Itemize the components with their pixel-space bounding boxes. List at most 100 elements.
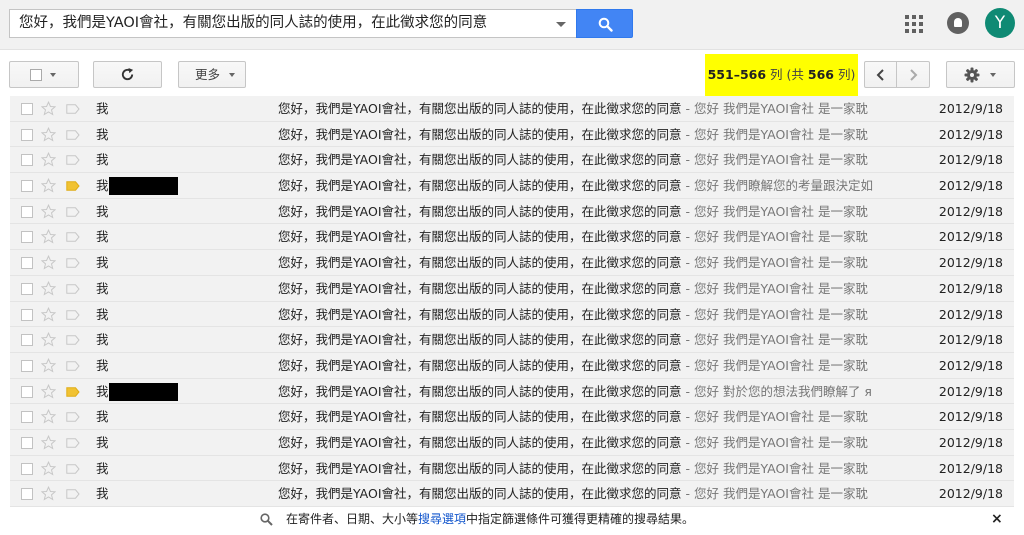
email-date: 2012/9/18 — [938, 434, 1003, 450]
search-options-chevron-icon[interactable] — [556, 22, 566, 27]
email-content[interactable]: 您好，我們是YAOI會社，有關您出版的同人誌的使用，在此徵求您的同意 - 您好 … — [278, 224, 912, 249]
importance-marker-icon[interactable] — [66, 412, 80, 422]
importance-marker-icon[interactable] — [66, 207, 80, 217]
next-page-button[interactable] — [897, 61, 930, 88]
importance-marker-icon[interactable] — [66, 386, 80, 397]
email-content[interactable]: 您好，我們是YAOI會社，有關您出版的同人誌的使用，在此徵求您的同意 - 您好 … — [278, 430, 912, 455]
email-row-checkbox[interactable] — [21, 385, 33, 398]
search-input[interactable]: 您好，我們是YAOI會社，有關您出版的同人誌的使用，在此徵求您的同意 — [9, 9, 576, 38]
select-all-button[interactable] — [9, 61, 79, 88]
importance-marker-icon[interactable] — [66, 361, 80, 371]
email-row-checkbox[interactable] — [21, 462, 33, 475]
email-content[interactable]: 您好，我們是YAOI會社，有關您出版的同人誌的使用，在此徵求您的同意 - 您好 … — [278, 456, 912, 481]
email-row[interactable]: 我 您好，我們是YAOI會社，有關您出版的同人誌的使用，在此徵求您的同意 - 您好… — [10, 429, 1014, 456]
redacted-block — [109, 382, 178, 401]
search-options-link[interactable]: 搜尋選項 — [418, 512, 466, 526]
star-icon[interactable] — [41, 306, 56, 322]
email-row[interactable]: 我 您好，我們是YAOI會社，有關您出版的同人誌的使用，在此徵求您的同意 - 您好… — [10, 121, 1014, 148]
star-icon[interactable] — [41, 101, 56, 116]
importance-marker-icon[interactable] — [66, 232, 80, 243]
email-content[interactable]: 您好，我們是YAOI會社，有關您出版的同人誌的使用，在此徵求您的同意 - 您好 … — [278, 199, 912, 224]
email-row[interactable]: 我 您好，我們是YAOI會社，有關您出版的同人誌的使用，在此徵求您的同意 - 您好… — [10, 404, 1014, 430]
email-row[interactable]: 我 您好，我們是YAOI會社，有關您出版的同人誌的使用，在此徵求您的同意 - 您好… — [10, 327, 1014, 353]
email-row[interactable]: 我 您好，我們是YAOI會社，有關您出版的同人誌的使用，在此徵求您的同意 - 您好… — [10, 481, 1014, 507]
star-icon[interactable] — [41, 486, 56, 501]
email-row[interactable]: 我 您好，我們是YAOI會社，有關您出版的同人誌的使用，在此徵求您的同意 - 您好… — [10, 378, 1014, 405]
email-row-checkbox[interactable] — [21, 334, 33, 347]
email-row-checkbox[interactable] — [21, 308, 33, 321]
email-row-checkbox[interactable] — [21, 103, 33, 115]
importance-marker-icon[interactable] — [66, 463, 80, 474]
email-content[interactable]: 您好，我們是YAOI會社，有關您出版的同人誌的使用，在此徵求您的同意 - 您好 … — [278, 173, 912, 198]
email-row[interactable]: 我 您好，我們是YAOI會社，有關您出版的同人誌的使用，在此徵求您的同意 - 您好… — [10, 173, 1014, 199]
email-content[interactable]: 您好，我們是YAOI會社，有關您出版的同人誌的使用，在此徵求您的同意 - 您好 … — [278, 276, 912, 301]
close-tip-button[interactable]: × — [991, 507, 1003, 531]
star-icon[interactable] — [41, 332, 56, 347]
email-row[interactable]: 我 您好，我們是YAOI會社，有關您出版的同人誌的使用，在此徵求您的同意 - 您好… — [10, 455, 1014, 482]
importance-marker-icon[interactable] — [66, 438, 80, 448]
email-row[interactable]: 我 您好，我們是YAOI會社，有關您出版的同人誌的使用，在此徵求您的同意 - 您好… — [10, 352, 1014, 379]
email-content[interactable]: 您好，我們是YAOI會社，有關您出版的同人誌的使用，在此徵求您的同意 - 您好 … — [278, 379, 912, 404]
importance-marker-icon[interactable] — [66, 284, 80, 294]
email-row-checkbox[interactable] — [21, 231, 33, 244]
email-row-checkbox[interactable] — [21, 359, 33, 372]
email-content[interactable]: 您好，我們是YAOI會社，有關您出版的同人誌的使用，在此徵求您的同意 - 您好 … — [278, 327, 912, 352]
email-row-checkbox[interactable] — [21, 411, 33, 424]
star-icon[interactable] — [41, 178, 56, 193]
email-content[interactable]: 您好，我們是YAOI會社，有關您出版的同人誌的使用，在此徵求您的同意 - 您好 … — [278, 96, 912, 121]
email-row-checkbox[interactable] — [21, 282, 33, 295]
importance-marker-icon[interactable] — [66, 309, 80, 320]
importance-marker-icon[interactable] — [66, 181, 80, 191]
importance-marker-icon[interactable] — [66, 104, 80, 114]
email-row[interactable]: 我 您好，我們是YAOI會社，有關您出版的同人誌的使用，在此徵求您的同意 - 您好… — [10, 147, 1014, 174]
star-icon[interactable] — [41, 460, 56, 476]
email-row-checkbox[interactable] — [21, 205, 33, 218]
email-row-checkbox[interactable] — [21, 180, 33, 193]
previous-page-button[interactable] — [864, 61, 897, 88]
settings-button[interactable] — [946, 61, 1015, 88]
email-row-checkbox[interactable] — [21, 488, 33, 501]
email-content[interactable]: 您好，我們是YAOI會社，有關您出版的同人誌的使用，在此徵求您的同意 - 您好 … — [278, 147, 912, 172]
email-content[interactable]: 您好，我們是YAOI會社，有關您出版的同人誌的使用，在此徵求您的同意 - 您好 … — [278, 302, 912, 327]
star-icon[interactable] — [41, 152, 56, 167]
star-icon[interactable] — [41, 280, 56, 296]
email-row[interactable]: 我 您好，我們是YAOI會社，有關您出版的同人誌的使用，在此徵求您的同意 - 您好… — [10, 224, 1014, 251]
search-icon — [260, 513, 273, 526]
email-content[interactable]: 您好，我們是YAOI會社，有關您出版的同人誌的使用，在此徵求您的同意 - 您好 … — [278, 122, 912, 147]
refresh-button[interactable] — [93, 61, 162, 88]
email-content[interactable]: 您好，我們是YAOI會社，有關您出版的同人誌的使用，在此徵求您的同意 - 您好 … — [278, 353, 912, 378]
importance-marker-icon[interactable] — [66, 258, 80, 268]
star-icon[interactable] — [41, 409, 56, 424]
select-all-checkbox[interactable] — [30, 69, 42, 81]
more-button[interactable]: 更多 — [178, 61, 246, 88]
account-avatar[interactable]: Y — [985, 8, 1015, 38]
importance-marker-icon[interactable] — [66, 489, 80, 500]
notifications-bell-icon[interactable] — [947, 12, 969, 34]
email-content[interactable]: 您好，我們是YAOI會社，有關您出版的同人誌的使用，在此徵求您的同意 - 您好 … — [278, 404, 912, 429]
email-row[interactable]: 我 您好，我們是YAOI會社，有關您出版的同人誌的使用，在此徵求您的同意 - 您好… — [10, 250, 1014, 276]
importance-marker-icon[interactable] — [66, 155, 80, 166]
email-row-checkbox[interactable] — [21, 257, 33, 270]
importance-marker-icon[interactable] — [66, 129, 80, 140]
email-row[interactable]: 我 您好，我們是YAOI會社，有關您出版的同人誌的使用，在此徵求您的同意 - 您好… — [10, 96, 1014, 122]
star-icon[interactable] — [41, 434, 56, 450]
star-icon[interactable] — [41, 255, 56, 270]
email-date: 2012/9/18 — [938, 152, 1003, 168]
importance-marker-icon[interactable] — [66, 335, 80, 345]
email-content[interactable]: 您好，我們是YAOI會社，有關您出版的同人誌的使用，在此徵求您的同意 - 您好 … — [278, 481, 912, 506]
email-row[interactable]: 我 您好，我們是YAOI會社，有關您出版的同人誌的使用，在此徵求您的同意 - 您好… — [10, 301, 1014, 328]
star-icon[interactable] — [41, 203, 56, 219]
email-row-checkbox[interactable] — [21, 436, 33, 449]
email-row[interactable]: 我 您好，我們是YAOI會社，有關您出版的同人誌的使用，在此徵求您的同意 - 您好… — [10, 275, 1014, 302]
search-button[interactable] — [576, 9, 633, 38]
star-icon[interactable] — [41, 357, 56, 373]
email-content[interactable]: 您好，我們是YAOI會社，有關您出版的同人誌的使用，在此徵求您的同意 - 您好 … — [278, 250, 912, 275]
email-date: 2012/9/18 — [938, 101, 1003, 116]
star-icon[interactable] — [41, 229, 56, 244]
apps-grid-icon[interactable] — [905, 15, 923, 33]
email-row-checkbox[interactable] — [21, 128, 33, 141]
email-row[interactable]: 我 您好，我們是YAOI會社，有關您出版的同人誌的使用，在此徵求您的同意 - 您好… — [10, 198, 1014, 225]
star-icon[interactable] — [41, 126, 56, 142]
star-icon[interactable] — [41, 383, 56, 399]
email-row-checkbox[interactable] — [21, 154, 33, 167]
